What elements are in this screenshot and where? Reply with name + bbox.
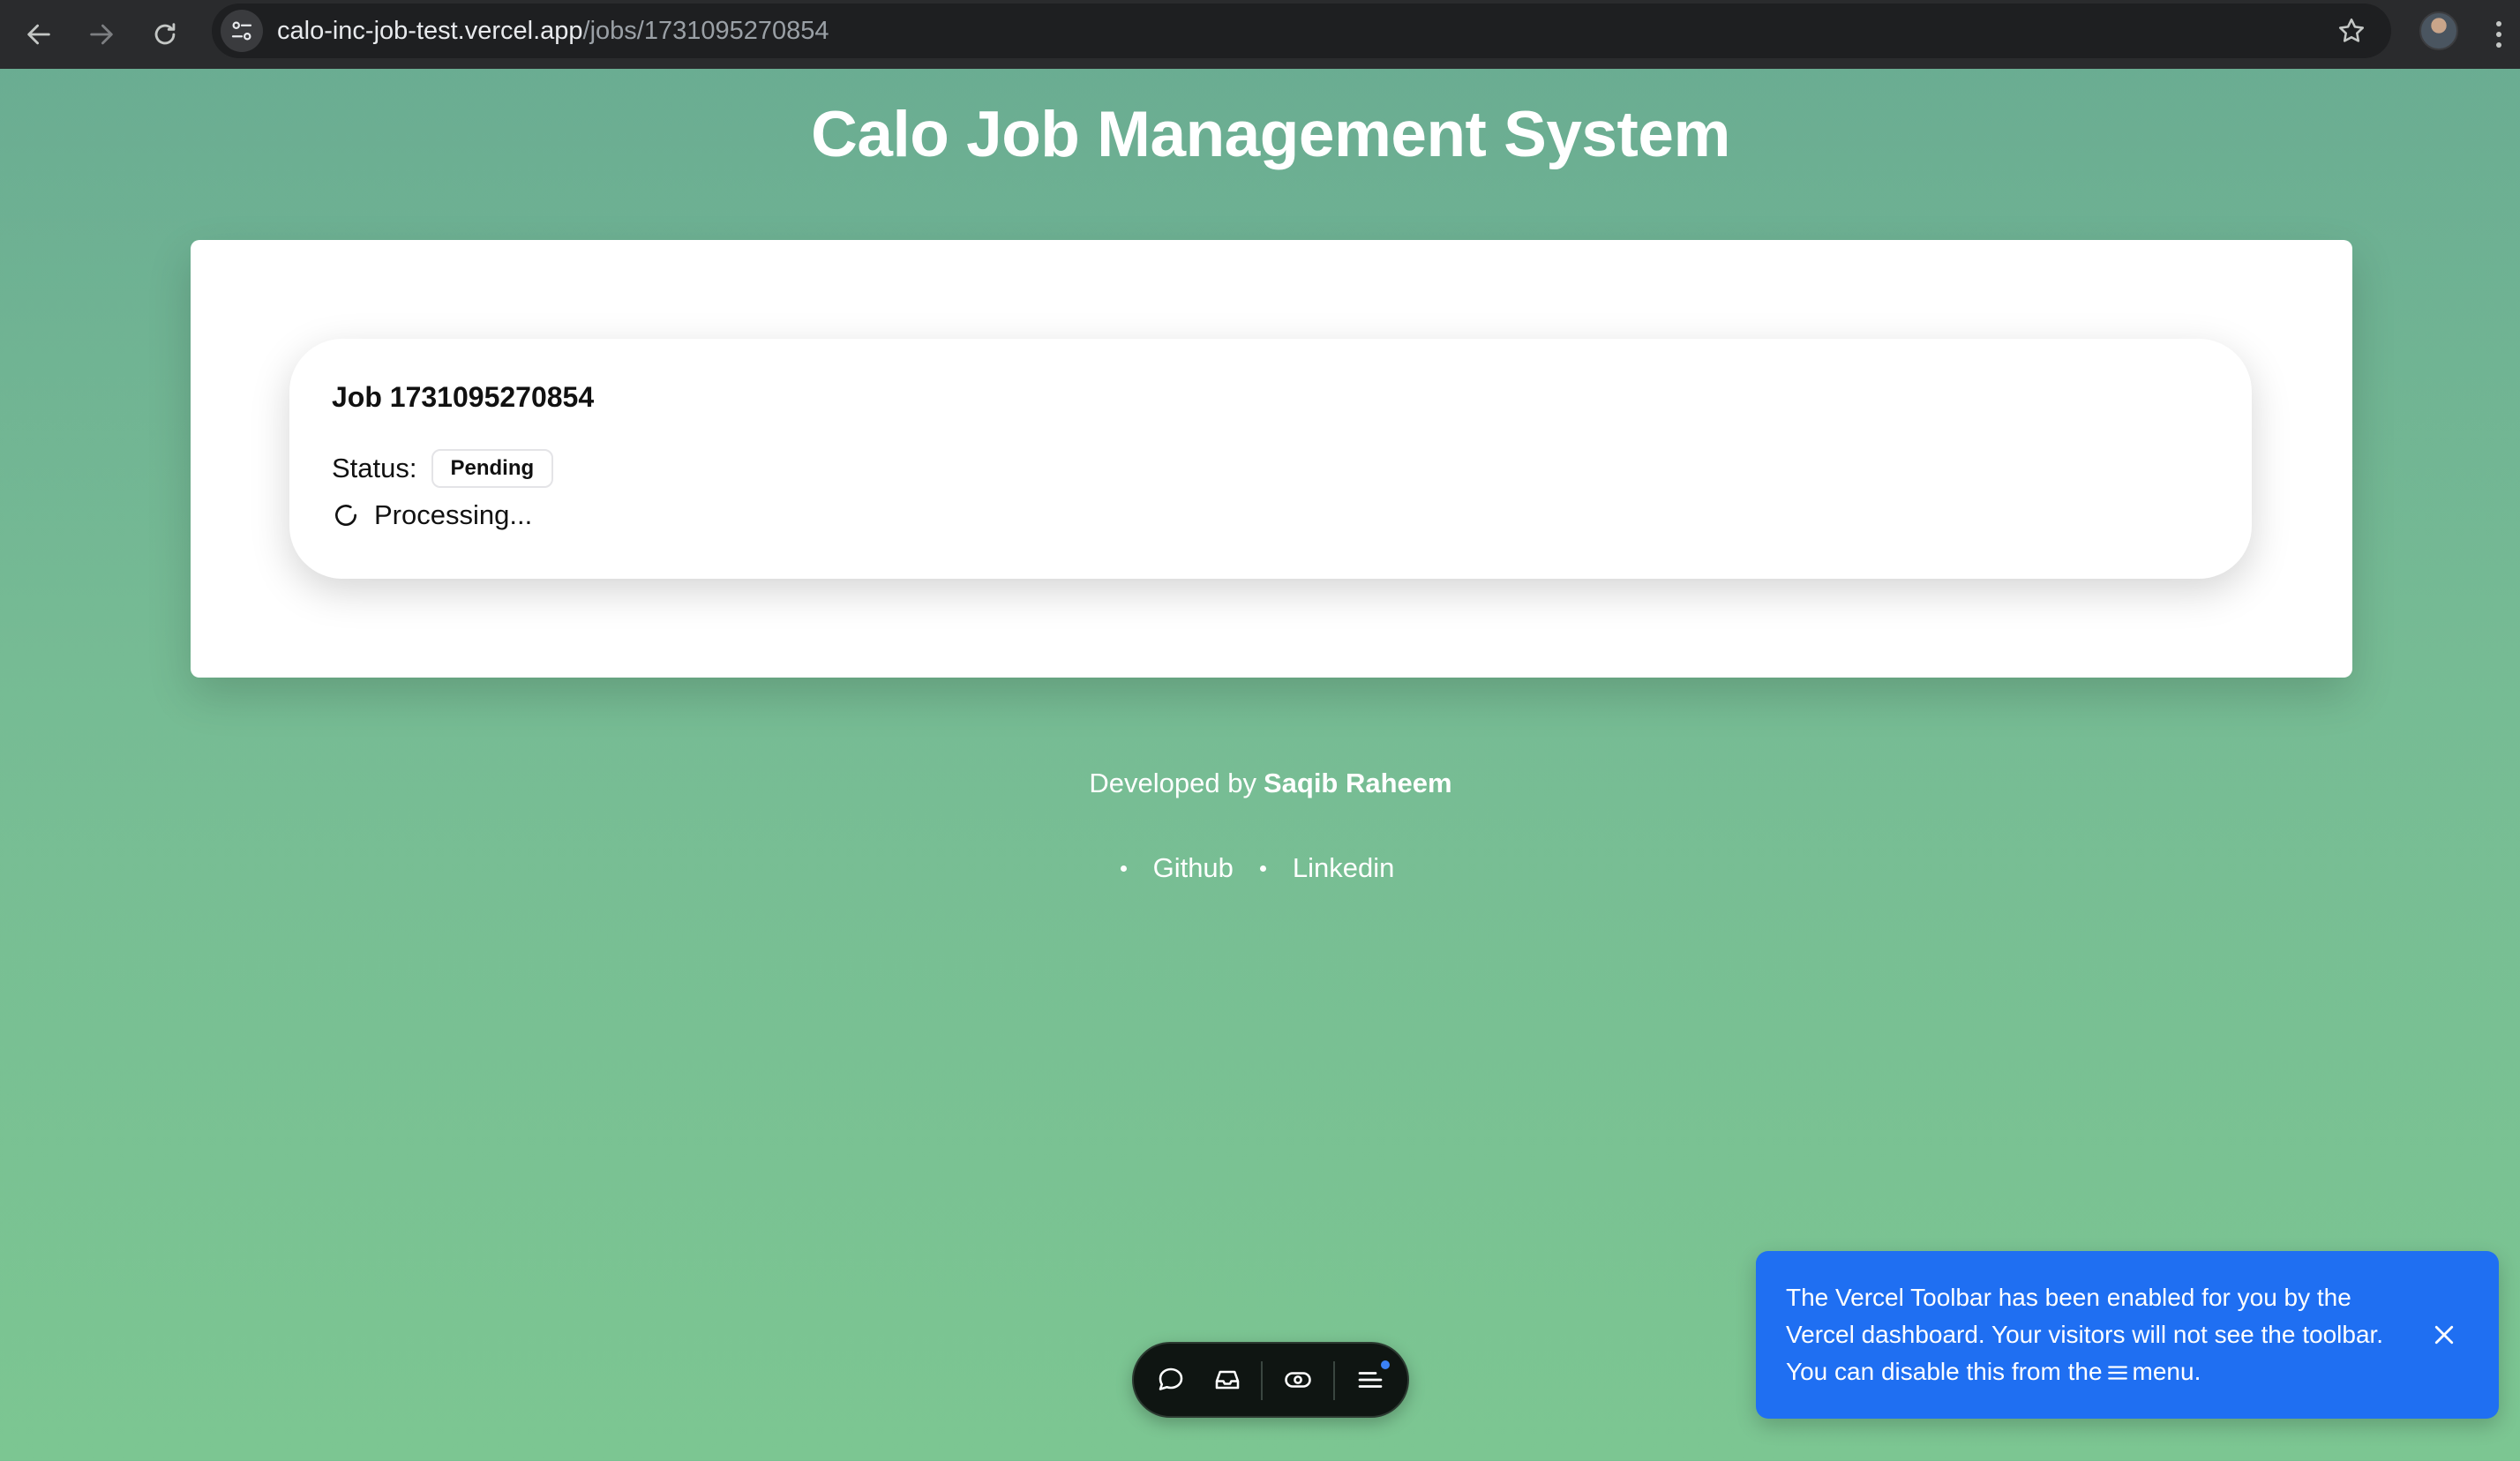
address-bar[interactable]: calo-inc-job-test.vercel.app/jobs/173109… xyxy=(212,4,2391,58)
processing-text: Processing... xyxy=(374,499,533,530)
toolbar-divider xyxy=(1333,1361,1335,1400)
close-icon xyxy=(2434,1325,2454,1345)
status-badge: Pending xyxy=(431,449,554,488)
developed-by-label: Developed by xyxy=(1089,768,1256,798)
vercel-toolbar-notice: The Vercel Toolbar has been enabled for … xyxy=(1756,1251,2499,1419)
linkedin-link[interactable]: Linkedin xyxy=(1293,850,1394,886)
comment-icon xyxy=(1159,1367,1183,1390)
page-title: Calo Job Management System xyxy=(811,99,1730,170)
menu-icon xyxy=(1358,1372,1383,1388)
status-label: Status: xyxy=(332,453,417,483)
status-row: Status: Pending xyxy=(332,449,554,488)
reload-button[interactable] xyxy=(141,11,189,58)
back-button[interactable] xyxy=(15,11,63,58)
url-host: calo-inc-job-test.vercel.app xyxy=(277,17,583,45)
eye-icon xyxy=(1285,1372,1311,1388)
toolbar-menu-button[interactable] xyxy=(1353,1360,1390,1397)
forward-button[interactable] xyxy=(78,11,125,58)
job-card: Job 1731095270854 Status: Pending Proces… xyxy=(289,339,2252,579)
processing-indicator: Processing... xyxy=(332,498,532,533)
developer-credit: Developed by Saqib Raheem xyxy=(0,766,2520,801)
url-text: calo-inc-job-test.vercel.app/jobs/173109… xyxy=(277,16,829,46)
notification-dot xyxy=(1381,1360,1390,1369)
inbox-button[interactable] xyxy=(1210,1362,1245,1397)
bullet-icon xyxy=(1120,865,1127,872)
inbox-icon xyxy=(1215,1370,1240,1390)
vercel-toolbar xyxy=(1132,1342,1409,1418)
notice-text-end: menu. xyxy=(2132,1358,2201,1385)
github-link[interactable]: Github xyxy=(1153,850,1234,886)
tune-icon xyxy=(231,21,252,41)
forward-arrow-icon xyxy=(90,24,113,45)
comment-button[interactable] xyxy=(1153,1362,1189,1397)
back-arrow-icon xyxy=(27,24,50,45)
star-icon xyxy=(2338,18,2365,42)
profile-avatar[interactable] xyxy=(2419,11,2458,50)
job-title: Job 1731095270854 xyxy=(332,381,595,413)
notice-text-main: The Vercel Toolbar has been enabled for … xyxy=(1786,1284,2384,1385)
bookmark-button[interactable] xyxy=(2333,12,2370,49)
notice-close-button[interactable] xyxy=(2428,1319,2460,1351)
site-info-button[interactable] xyxy=(221,10,263,52)
preview-button[interactable] xyxy=(1280,1362,1316,1397)
browser-menu-button[interactable] xyxy=(2490,11,2508,58)
main-card: Job 1731095270854 Status: Pending Proces… xyxy=(191,240,2352,678)
reload-icon xyxy=(154,23,176,45)
url-path: /jobs/1731095270854 xyxy=(582,17,829,45)
browser-toolbar: calo-inc-job-test.vercel.app/jobs/173109… xyxy=(0,0,2520,69)
notice-text: The Vercel Toolbar has been enabled for … xyxy=(1786,1279,2404,1390)
toolbar-divider xyxy=(1261,1361,1263,1400)
author-name: Saqib Raheem xyxy=(1263,768,1452,798)
bullet-icon xyxy=(1259,865,1266,872)
footer-links: Github Linkedin xyxy=(0,850,2520,886)
menu-icon xyxy=(2107,1366,2127,1380)
spinner-icon xyxy=(335,505,356,526)
